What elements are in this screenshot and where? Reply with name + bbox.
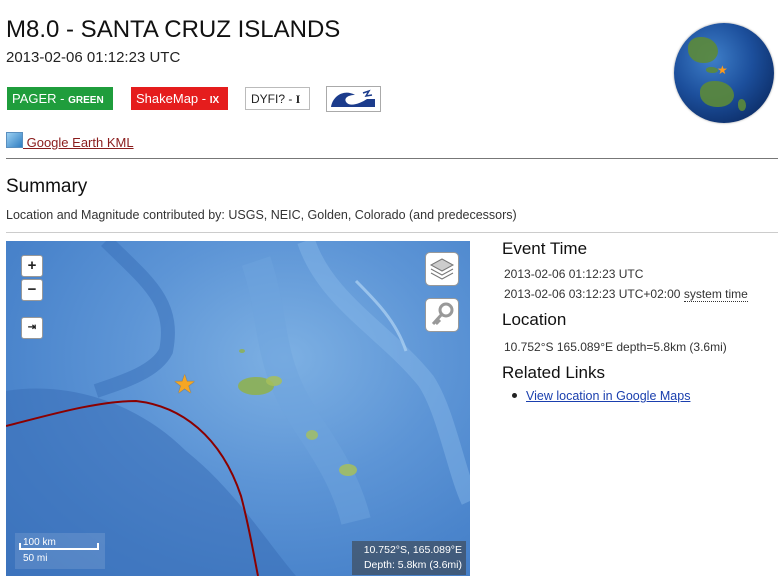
dyfi-level: I: [295, 92, 301, 106]
globe-locator-map[interactable]: ★: [674, 23, 774, 123]
pager-badge[interactable]: PAGER - GREEN: [7, 87, 113, 110]
system-time-link[interactable]: system time: [683, 287, 748, 302]
scale-km-label: 100 km: [23, 537, 56, 548]
key-icon: [431, 302, 454, 326]
zoom-out-button[interactable]: −: [21, 279, 43, 301]
tsunami-wave-icon: [331, 89, 375, 107]
coordinate-depth: Depth: 5.8km (3.6mi): [363, 559, 462, 571]
contributor-text: Location and Magnitude contributed by: U…: [6, 208, 517, 222]
google-earth-kml-link[interactable]: Google Earth KML: [6, 132, 134, 150]
event-datetime: 2013-02-06 01:12:23 UTC: [6, 49, 181, 66]
tsunami-badge[interactable]: [326, 86, 381, 112]
dyfi-badge[interactable]: DYFI? - I: [245, 87, 310, 110]
location-heading: Location: [502, 310, 567, 329]
asia-landmass: [688, 37, 718, 63]
pager-level: GREEN: [68, 95, 104, 106]
new-zealand-landmass: [738, 99, 746, 111]
kml-link-text[interactable]: Google Earth KML: [23, 135, 134, 150]
event-title: M8.0 - SANTA CRUZ ISLANDS: [6, 16, 341, 43]
shakemap-badge[interactable]: ShakeMap - IX: [131, 87, 228, 110]
location-value: 10.752°S 165.089°E depth=5.8km (3.6mi): [504, 340, 727, 354]
map-scale-bar: 100 km 50 mi: [15, 533, 105, 569]
header-divider: [6, 158, 778, 159]
map-terrain: [6, 241, 470, 576]
coordinate-latlon: 10.752°S, 165.089°E: [363, 544, 462, 556]
fit-extent-button[interactable]: ⇥: [21, 317, 43, 339]
epicenter-star-icon[interactable]: ★: [173, 371, 196, 397]
scale-tick: [97, 543, 99, 549]
layers-button[interactable]: [425, 252, 459, 286]
epicenter-star-icon: ★: [717, 63, 728, 77]
layers-icon: [429, 258, 455, 280]
event-map[interactable]: + − ⇥ ★ 100 km 50 mi 10.752°S, 165.089°E…: [6, 241, 470, 576]
event-time-local: 2013-02-06 03:12:23 UTC+02:00 system tim…: [504, 287, 748, 302]
australia-landmass: [700, 81, 734, 107]
bullet-icon: [512, 393, 517, 398]
google-earth-icon: [6, 132, 23, 148]
scale-mi-label: 50 mi: [23, 553, 48, 564]
event-time-local-value: 2013-02-06 03:12:23 UTC+02:00: [504, 287, 681, 301]
zoom-in-button[interactable]: +: [21, 255, 43, 277]
summary-heading: Summary: [6, 176, 88, 197]
event-time-heading: Event Time: [502, 239, 588, 258]
google-maps-link[interactable]: View location in Google Maps: [526, 389, 690, 403]
scale-bar-line: [19, 548, 99, 550]
event-time-utc: 2013-02-06 01:12:23 UTC: [504, 267, 644, 281]
pager-label: PAGER -: [12, 91, 69, 106]
related-link-item: View location in Google Maps: [512, 389, 690, 403]
legend-key-button[interactable]: [425, 298, 459, 332]
shakemap-label: ShakeMap -: [136, 91, 210, 106]
map-coordinate-readout: 10.752°S, 165.089°E Depth: 5.8km (3.6mi): [352, 541, 466, 575]
scale-tick: [19, 543, 21, 549]
summary-divider: [6, 232, 778, 233]
shakemap-level: IX: [209, 95, 220, 106]
related-links-heading: Related Links: [502, 363, 606, 382]
dyfi-label: DYFI? -: [251, 92, 296, 106]
